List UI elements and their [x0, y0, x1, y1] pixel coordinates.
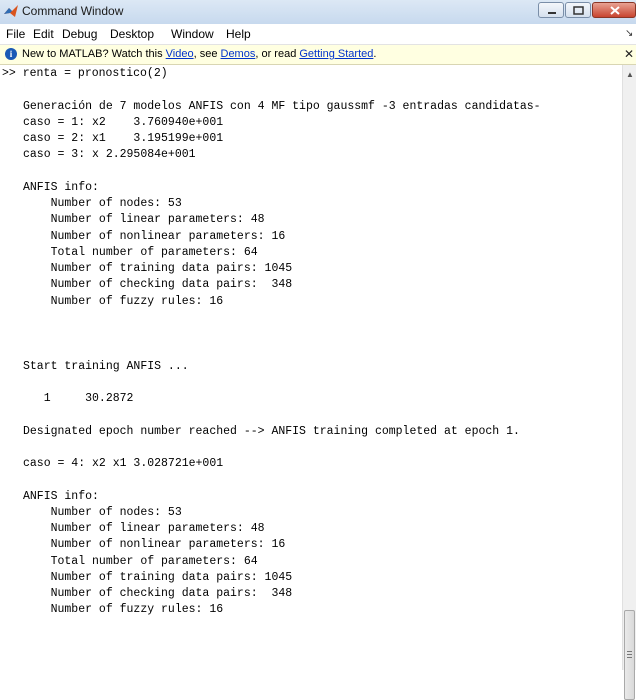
- output-line: Total number of parameters: 64: [23, 245, 258, 259]
- vertical-scrollbar[interactable]: ▲: [622, 65, 636, 700]
- command-window-output[interactable]: >> renta = pronostico(2) Generación de 7 …: [0, 65, 622, 670]
- output-line: Number of fuzzy rules: 16: [23, 603, 224, 617]
- menu-bar: File Edit Debug Desktop Window Help ↘: [0, 24, 636, 45]
- output-line: Number of nonlinear parameters: 16: [23, 538, 286, 552]
- output-line: caso = 4: x2 x1 3.028721e+001: [23, 457, 224, 470]
- output-line: Total number of parameters: 64: [23, 554, 258, 568]
- output-line: Number of checking data pairs: 348: [23, 587, 293, 600]
- menu-file[interactable]: File: [6, 27, 25, 41]
- close-icon: [610, 6, 620, 15]
- output-line: Number of nodes: 53: [23, 505, 182, 519]
- maximize-button[interactable]: [565, 2, 591, 18]
- menu-desktop[interactable]: Desktop: [110, 27, 154, 41]
- output-line: Number of nonlinear parameters: 16: [23, 229, 286, 243]
- info-sep-1: , see: [193, 48, 221, 60]
- minimize-button[interactable]: [538, 2, 564, 18]
- info-prefix: New to MATLAB? Watch this: [22, 48, 166, 60]
- maximize-icon: [573, 6, 584, 15]
- output-line: Generación de 7 modelos ANFIS con 4 MF t…: [23, 99, 541, 113]
- close-window-button[interactable]: [592, 2, 636, 18]
- output-line: Designated epoch number reached --> ANFI…: [23, 424, 520, 438]
- menu-help[interactable]: Help: [226, 27, 251, 41]
- close-info-icon[interactable]: ✕: [624, 47, 634, 61]
- output-line: Start training ANFIS ...: [23, 359, 189, 373]
- menu-edit[interactable]: Edit: [33, 27, 54, 41]
- output-line: ANFIS info:: [23, 489, 99, 503]
- output-line: Number of checking data pairs: 348: [23, 278, 293, 292]
- window-title: Command Window: [22, 4, 124, 18]
- output-line: ANFIS info:: [23, 180, 99, 194]
- scroll-up-arrow-icon[interactable]: ▲: [626, 70, 634, 79]
- scrollbar-thumb[interactable]: [624, 610, 635, 700]
- info-bar: i New to MATLAB? Watch this Video, see D…: [0, 45, 636, 65]
- output-line: Number of linear parameters: 48: [23, 522, 265, 535]
- command-line: >> renta = pronostico(2): [2, 67, 168, 80]
- info-suffix: .: [373, 48, 377, 60]
- menu-debug[interactable]: Debug: [62, 27, 97, 41]
- matlab-logo-icon: [4, 5, 18, 17]
- getting-started-link[interactable]: Getting Started: [299, 48, 373, 60]
- output-line: Number of fuzzy rules: 16: [23, 294, 224, 308]
- demos-link[interactable]: Demos: [221, 48, 256, 60]
- minimize-icon: [548, 12, 556, 14]
- output-line: Number of nodes: 53: [23, 197, 182, 210]
- output-line: Number of training data pairs: 1045: [23, 262, 293, 275]
- grip-icon: [627, 651, 632, 658]
- info-sep-2: , or read: [255, 48, 300, 60]
- output-line: caso = 2: x1 3.195199e+001: [23, 132, 224, 145]
- output-line: Number of linear parameters: 48: [23, 213, 265, 227]
- menu-dock-arrow-icon[interactable]: ↘: [625, 28, 633, 39]
- info-message: New to MATLAB? Watch this Video, see Dem…: [22, 48, 376, 60]
- video-link[interactable]: Video: [166, 48, 194, 60]
- output-line: Number of training data pairs: 1045: [23, 570, 293, 584]
- output-line: caso = 1: x2 3.760940e+001: [23, 115, 224, 129]
- title-bar: Command Window: [0, 0, 636, 25]
- info-icon: i: [5, 48, 17, 60]
- output-line: 1 30.2872: [23, 392, 134, 405]
- menu-window[interactable]: Window: [171, 27, 214, 41]
- output-line: caso = 3: x 2.295084e+001: [23, 148, 196, 162]
